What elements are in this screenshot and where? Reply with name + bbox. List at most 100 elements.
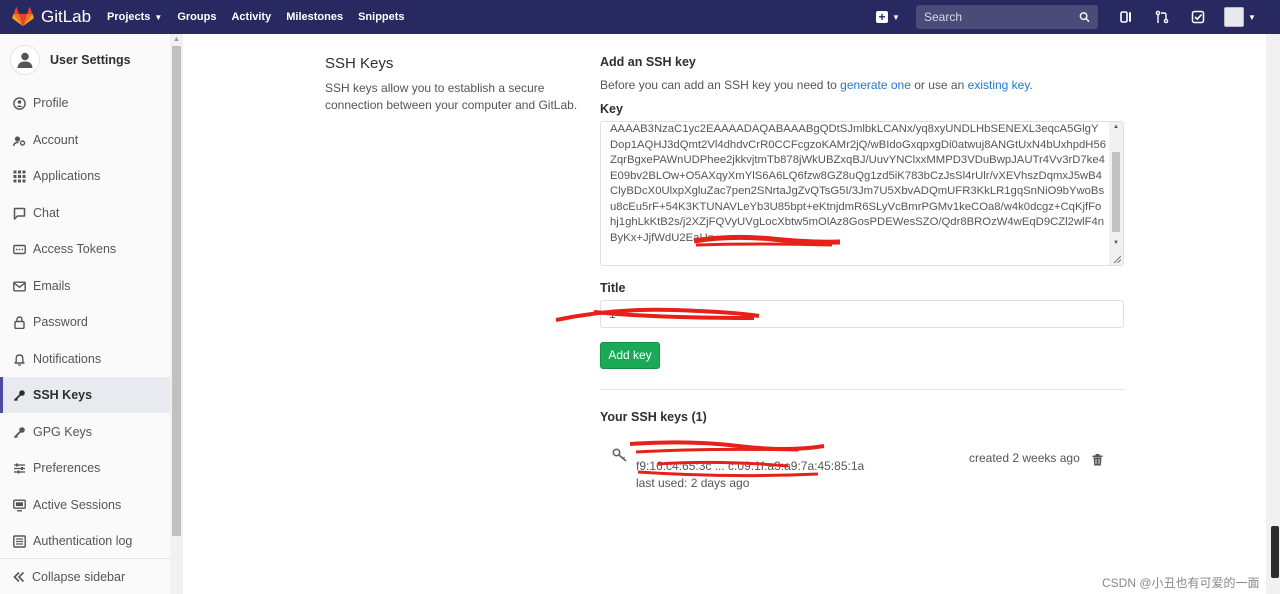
your-ssh-keys-heading: Your SSH keys (1)	[600, 410, 707, 424]
applications-icon	[12, 169, 26, 183]
chevron-down-icon: ▼	[154, 12, 163, 22]
sidebar-item-label: Access Tokens	[33, 242, 117, 256]
scrollbar-thumb[interactable]	[1271, 526, 1279, 578]
sidebar-item-label: Active Sessions	[33, 498, 122, 512]
add-desc-prefix: Before you can add an SSH key you need t…	[600, 78, 837, 92]
key-textarea-value: AAAAB3NzaC1yc2EAAAADAQABAAABgQDtSJmlbkLC…	[610, 123, 1106, 244]
sidebar-item-profile[interactable]: Profile	[0, 85, 170, 121]
key-label: Key	[600, 102, 623, 116]
sidebar-item-label: Profile	[33, 96, 69, 110]
title-field[interactable]	[600, 300, 1124, 328]
emails-icon	[12, 279, 26, 293]
lock-icon	[12, 315, 26, 329]
trash-icon[interactable]	[1092, 454, 1103, 466]
add-key-button[interactable]: Add key	[600, 342, 660, 369]
user-avatar-icon	[10, 45, 40, 75]
sidebar-item-label: SSH Keys	[33, 388, 93, 402]
sidebar-item-gpg-keys[interactable]: GPG Keys	[0, 414, 170, 450]
ssh-key-created: created 2 weeks ago	[969, 451, 1080, 465]
watermark: CSDN @小丑也有可爱的一面	[1102, 576, 1260, 590]
collapse-sidebar-label: Collapse sidebar	[32, 569, 126, 584]
add-key-heading: Add an SSH key	[600, 55, 696, 69]
nav-milestones[interactable]: Milestones	[286, 11, 343, 23]
chat-icon	[12, 206, 26, 220]
sidebar-item-password[interactable]: Password	[0, 304, 170, 340]
plus-icon: +	[876, 11, 888, 23]
sidebar-item-preferences[interactable]: Preferences	[0, 450, 170, 486]
sidebar-scrollbar[interactable]: ▲	[170, 34, 183, 594]
collapse-sidebar-button[interactable]: Collapse sidebar	[0, 558, 170, 594]
nav-activity-label: Activity	[231, 11, 272, 23]
sidebar-item-applications[interactable]: Applications	[0, 158, 170, 194]
sidebar-item-authentication-log[interactable]: Authentication log	[0, 523, 170, 559]
nav-snippets[interactable]: Snippets	[358, 11, 404, 23]
sidebar-item-active-sessions[interactable]: Active Sessions	[0, 487, 170, 523]
gitlab-logo-icon	[12, 7, 34, 27]
generate-one-link[interactable]: generate one	[840, 78, 911, 92]
ssh-key-fingerprint: f9:16:c4:65:3c ... c:09:1f:a3:a9:7a:45:8…	[636, 459, 865, 473]
gpg-key-icon	[12, 425, 26, 439]
account-icon	[12, 133, 26, 147]
issues-icon[interactable]	[1118, 9, 1134, 25]
access-tokens-icon	[12, 242, 26, 256]
todo-icon[interactable]	[1190, 9, 1206, 25]
sidebar-item-emails[interactable]: Emails	[0, 268, 170, 304]
merge-request-icon[interactable]	[1154, 9, 1170, 25]
ssh-key-icon	[612, 448, 627, 462]
page-scrollbar[interactable]	[1266, 34, 1280, 594]
add-desc-suffix: .	[1029, 78, 1033, 92]
scrollbar-thumb[interactable]	[1112, 152, 1120, 232]
sidebar-item-label: Preferences	[33, 461, 101, 475]
nav-milestones-label: Milestones	[286, 11, 344, 23]
search-box[interactable]	[916, 5, 1098, 29]
section-description: SSH keys allow you to establish a secure…	[325, 81, 578, 112]
gitlab-home-link[interactable]: GitLab	[12, 7, 104, 27]
sidebar-item-access-tokens[interactable]: Access Tokens	[0, 231, 170, 267]
page-title: SSH Keys	[325, 55, 394, 72]
nav-groups-label: Groups	[177, 11, 217, 23]
nav-projects[interactable]: Projects ▼	[107, 11, 162, 23]
scroll-down-arrow-icon: ▼	[1113, 240, 1119, 246]
sidebar-item-ssh-keys[interactable]: SSH Keys	[0, 377, 170, 413]
sidebar-title: User Settings	[50, 53, 131, 67]
search-input[interactable]	[924, 10, 1079, 24]
nav-groups[interactable]: Groups	[177, 11, 216, 23]
sidebar-item-account[interactable]: Account	[0, 122, 170, 158]
add-key-description: Before you can add an SSH key you need t…	[600, 78, 1033, 92]
add-desc-mid: or use an	[914, 78, 965, 92]
chevron-down-icon: ▼	[1248, 12, 1256, 22]
divider	[600, 389, 1124, 390]
title-label: Title	[600, 281, 626, 295]
key-textarea-scrollbar[interactable]: ▲ ▼	[1109, 122, 1123, 265]
sidebar-item-label: Account	[33, 133, 79, 147]
top-navbar: GitLab Projects ▼ Groups Activity Milest…	[0, 0, 1280, 34]
key-icon	[12, 388, 26, 402]
existing-key-link[interactable]: existing key	[968, 78, 1030, 92]
preferences-icon	[12, 461, 26, 475]
monitor-icon	[12, 498, 26, 512]
sidebar-item-label: Notifications	[33, 352, 102, 366]
key-textarea[interactable]: AAAAB3NzaC1yc2EAAAADAQABAAABgQDtSJmlbkLC…	[600, 121, 1124, 266]
settings-sidebar: User Settings Profile Account Applicatio…	[0, 34, 183, 594]
new-item-dropdown[interactable]: + ▼	[876, 11, 904, 23]
double-chevron-left-icon	[13, 571, 25, 582]
sidebar-item-label: GPG Keys	[33, 425, 93, 439]
search-icon	[1079, 12, 1090, 23]
sidebar-item-notifications[interactable]: Notifications	[0, 341, 170, 377]
sidebar-item-label: Authentication log	[33, 534, 133, 548]
log-icon	[12, 534, 26, 548]
nav-projects-label: Projects	[107, 11, 151, 23]
main-content: SSH Keys SSH keys allow you to establish…	[184, 34, 1266, 594]
user-menu[interactable]: ▼	[1224, 7, 1256, 27]
sidebar-header[interactable]: User Settings	[0, 34, 182, 86]
scrollbar-thumb[interactable]	[172, 46, 181, 536]
bell-icon	[12, 352, 26, 366]
resize-handle-icon[interactable]	[1113, 255, 1121, 263]
ssh-key-last-used: last used: 2 days ago	[636, 476, 750, 490]
sidebar-item-chat[interactable]: Chat	[0, 195, 170, 231]
sidebar-item-label: Chat	[33, 206, 60, 220]
scroll-up-arrow-icon: ▲	[1113, 124, 1119, 130]
brand-name: GitLab	[41, 7, 92, 26]
nav-activity[interactable]: Activity	[231, 11, 271, 23]
profile-icon	[12, 96, 26, 110]
